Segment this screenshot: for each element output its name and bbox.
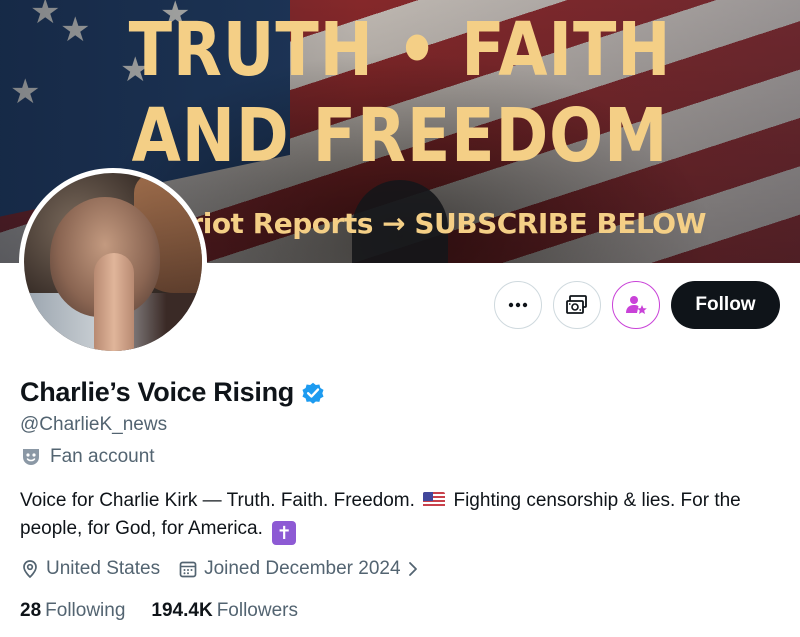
subscribe-button[interactable]: [553, 281, 601, 329]
location-text: United States: [46, 558, 161, 579]
more-horizontal-icon: [508, 302, 528, 308]
following-label: Following: [45, 600, 126, 621]
following-count: 28: [20, 600, 42, 621]
account-label-text: Fan account: [50, 446, 155, 467]
location-pin-icon: [23, 560, 37, 579]
us-flag-emoji: [423, 492, 446, 508]
more-options-button[interactable]: [494, 281, 542, 329]
verified-badge-icon[interactable]: [300, 380, 326, 406]
followers-count: 194.4K: [151, 600, 213, 621]
avatar-photo: [24, 173, 202, 351]
subscription-money-icon: [566, 295, 587, 314]
latin-cross-emoji: ✝: [272, 521, 297, 545]
person-star-icon: [626, 296, 647, 314]
followers-label: Followers: [216, 600, 298, 621]
chevron-right-icon: [408, 562, 417, 576]
banner-headline-line1: TRUTH • FAITH: [128, 7, 672, 93]
banner-headline-line2: AND FREEDOM: [131, 93, 669, 179]
profile-meta-row: United States Joined December 2024: [20, 558, 437, 580]
notify-button[interactable]: [612, 281, 660, 329]
profile-avatar[interactable]: [19, 168, 207, 356]
profile-bio: Voice for Charlie Kirk — Truth. Faith. F…: [20, 487, 790, 545]
followers-link[interactable]: 194.4K Followers: [151, 600, 298, 622]
follow-button[interactable]: Follow: [671, 281, 780, 329]
profile-handle: @CharlieK_news: [20, 414, 168, 435]
account-label[interactable]: Fan account: [20, 446, 155, 468]
calendar-icon: [179, 561, 197, 578]
joined-item[interactable]: Joined December 2024: [178, 558, 418, 580]
theater-mask-icon: [23, 449, 39, 465]
joined-text: Joined December 2024: [204, 558, 401, 579]
profile-stats: 28 Following 194.4K Followers: [20, 600, 324, 622]
avatar-hands: [94, 253, 134, 351]
location-item: United States: [20, 558, 160, 580]
display-name: Charlie’s Voice Rising: [20, 377, 294, 407]
following-link[interactable]: 28 Following: [20, 600, 125, 622]
bio-text-part1: Voice for Charlie Kirk — Truth. Faith. F…: [20, 490, 415, 511]
profile-name-row: Charlie’s Voice Rising: [20, 377, 326, 408]
